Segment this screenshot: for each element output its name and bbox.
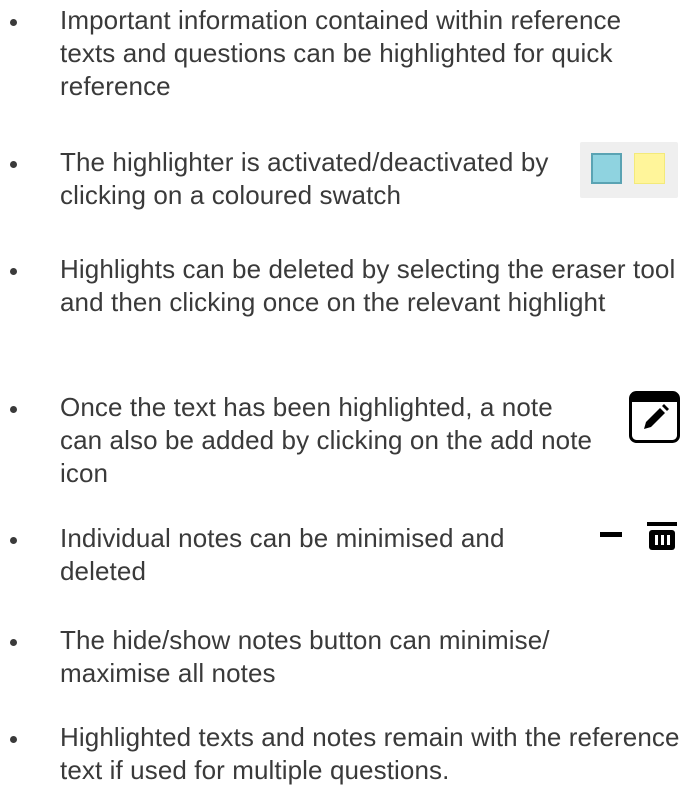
list-item-text: Highlighted texts and notes remain with … <box>60 722 680 785</box>
list-item-text: Highlights can be deleted by selecting t… <box>60 254 676 317</box>
list-item-text: Once the text has been highlighted, a no… <box>60 392 593 488</box>
list-item-text: The highlighter is activated/deactivated… <box>60 147 549 210</box>
bullet-dot <box>10 537 17 544</box>
minimise-icon[interactable] <box>600 532 622 537</box>
list-item-text: Individual notes can be minimised and de… <box>60 523 505 586</box>
bullet-dot <box>10 19 17 26</box>
bullet-dot <box>10 639 17 646</box>
swatch-toolbar <box>580 142 678 198</box>
trash-icon[interactable] <box>647 522 677 550</box>
bullet-dot <box>10 268 17 275</box>
bullet-dot <box>10 736 17 743</box>
yellow-swatch[interactable] <box>634 153 665 184</box>
blue-swatch[interactable] <box>591 153 622 184</box>
list-item-text: The hide/show notes button can minimise/… <box>60 625 550 688</box>
add-note-icon[interactable] <box>629 391 680 443</box>
bullet-dot <box>10 161 17 168</box>
bullet-dot <box>10 406 17 413</box>
list-item-text: Important information contained within r… <box>60 5 622 101</box>
